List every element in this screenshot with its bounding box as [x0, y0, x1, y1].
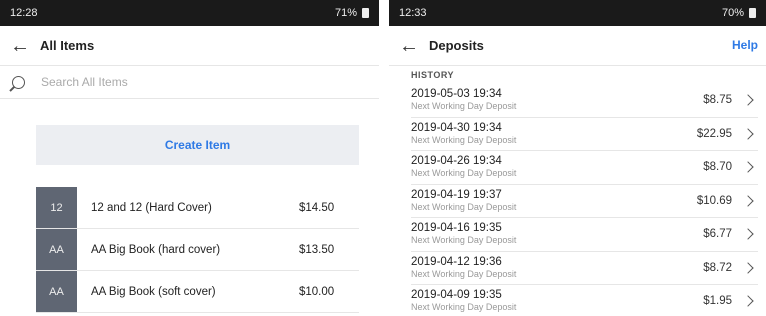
deposit-row[interactable]: 2019-04-19 19:37 Next Working Day Deposit… [411, 185, 758, 218]
status-bar: 12:33 70% [389, 0, 766, 26]
deposit-text: 2019-04-12 19:36 Next Working Day Deposit [411, 256, 703, 280]
battery-icon [362, 8, 369, 18]
deposit-row[interactable]: 2019-04-30 19:34 Next Working Day Deposit… [411, 118, 758, 151]
deposit-text: 2019-04-16 19:35 Next Working Day Deposit [411, 222, 703, 246]
battery-icon [749, 8, 756, 18]
deposit-row[interactable]: 2019-04-16 19:35 Next Working Day Deposit… [411, 218, 758, 252]
chevron-right-icon [742, 161, 754, 173]
item-price: $14.50 [299, 201, 335, 214]
deposit-amount: $8.70 [703, 161, 732, 174]
deposit-date: 2019-04-26 19:34 [411, 155, 502, 168]
deposit-type: Next Working Day Deposit [411, 302, 517, 313]
app-header: ← Deposits Help [389, 26, 766, 66]
history-heading: HISTORY [411, 70, 455, 80]
deposit-date: 2019-05-03 19:34 [411, 88, 502, 101]
item-row[interactable]: 12 12 and 12 (Hard Cover) $14.50 [36, 187, 359, 229]
deposit-type: Next Working Day Deposit [411, 101, 517, 112]
deposit-amount: $8.75 [703, 94, 732, 107]
back-arrow-icon[interactable]: ← [10, 36, 40, 56]
deposit-amount: $22.95 [696, 127, 732, 140]
deposit-type: Next Working Day Deposit [411, 134, 517, 145]
deposit-text: 2019-04-30 19:34 Next Working Day Deposit [411, 122, 697, 146]
item-badge: 12 [36, 187, 77, 228]
deposit-type: Next Working Day Deposit [411, 268, 517, 279]
item-row[interactable]: AA AA Big Book (soft cover) $10.00 [36, 271, 359, 313]
deposit-type: Next Working Day Deposit [411, 235, 517, 246]
chevron-right-icon [742, 228, 754, 240]
chevron-right-icon [742, 128, 754, 140]
item-list: 12 12 and 12 (Hard Cover) $14.50 AA AA Big B… [36, 187, 359, 313]
item-price: $13.50 [299, 243, 335, 256]
deposit-row[interactable]: 2019-05-03 19:34 Next Working Day Deposit… [411, 84, 758, 118]
app-header: ← All Items [0, 26, 379, 66]
deposit-amount: $10.69 [696, 194, 732, 207]
chevron-right-icon [742, 295, 754, 307]
deposit-date: 2019-04-09 19:35 [411, 289, 502, 302]
deposit-row[interactable]: 2019-04-26 19:34 Next Working Day Deposit… [411, 151, 758, 185]
deposits-screen: 12:33 70% ← Deposits Help HISTORY 2019-0… [389, 0, 766, 316]
deposit-text: 2019-04-09 19:35 Next Working Day Deposit [411, 289, 703, 313]
deposit-type: Next Working Day Deposit [411, 168, 517, 179]
status-time: 12:33 [399, 7, 427, 19]
search-bar [0, 66, 379, 99]
deposit-text: 2019-04-19 19:37 Next Working Day Deposit [411, 189, 697, 213]
deposit-date: 2019-04-30 19:34 [411, 121, 502, 134]
search-icon [12, 75, 25, 89]
deposit-text: 2019-04-26 19:34 Next Working Day Deposit [411, 155, 703, 179]
chevron-right-icon [742, 94, 754, 106]
status-bar: 12:28 71% [0, 0, 379, 26]
deposit-row[interactable]: 2019-04-09 19:35 Next Working Day Deposit… [411, 285, 758, 316]
deposit-amount: $6.77 [703, 228, 732, 241]
search-input[interactable] [39, 74, 293, 90]
page-title: All Items [40, 38, 95, 53]
deposit-text: 2019-05-03 19:34 Next Working Day Deposit [411, 88, 703, 112]
item-badge: AA [36, 271, 77, 312]
create-item-button[interactable]: Create Item [36, 125, 359, 165]
item-name: 12 and 12 (Hard Cover) [91, 201, 212, 214]
page-title: Deposits [429, 38, 484, 53]
item-badge: AA [36, 229, 77, 270]
status-time: 12:28 [10, 7, 38, 19]
deposit-date: 2019-04-16 19:35 [411, 222, 502, 235]
deposit-list: 2019-05-03 19:34 Next Working Day Deposit… [389, 84, 766, 316]
all-items-screen: 12:28 71% ← All Items Create Item 12 12 a… [0, 0, 379, 316]
deposit-amount: $8.72 [703, 261, 732, 274]
item-name: AA Big Book (hard cover) [91, 243, 221, 256]
deposit-date: 2019-04-19 19:37 [411, 188, 502, 201]
status-battery-text: 70% [721, 7, 744, 19]
chevron-right-icon [742, 262, 754, 274]
deposit-type: Next Working Day Deposit [411, 201, 517, 212]
deposit-row[interactable]: 2019-04-12 19:36 Next Working Day Deposit… [411, 252, 758, 285]
chevron-right-icon [742, 195, 754, 207]
help-link[interactable]: Help [732, 38, 758, 52]
item-row[interactable]: AA AA Big Book (hard cover) $13.50 [36, 229, 359, 271]
status-battery-text: 71% [334, 7, 357, 19]
item-price: $10.00 [299, 285, 335, 298]
item-name: AA Big Book (soft cover) [91, 285, 216, 298]
back-arrow-icon[interactable]: ← [399, 36, 429, 56]
deposit-amount: $1.95 [703, 295, 732, 308]
deposit-date: 2019-04-12 19:36 [411, 255, 502, 268]
